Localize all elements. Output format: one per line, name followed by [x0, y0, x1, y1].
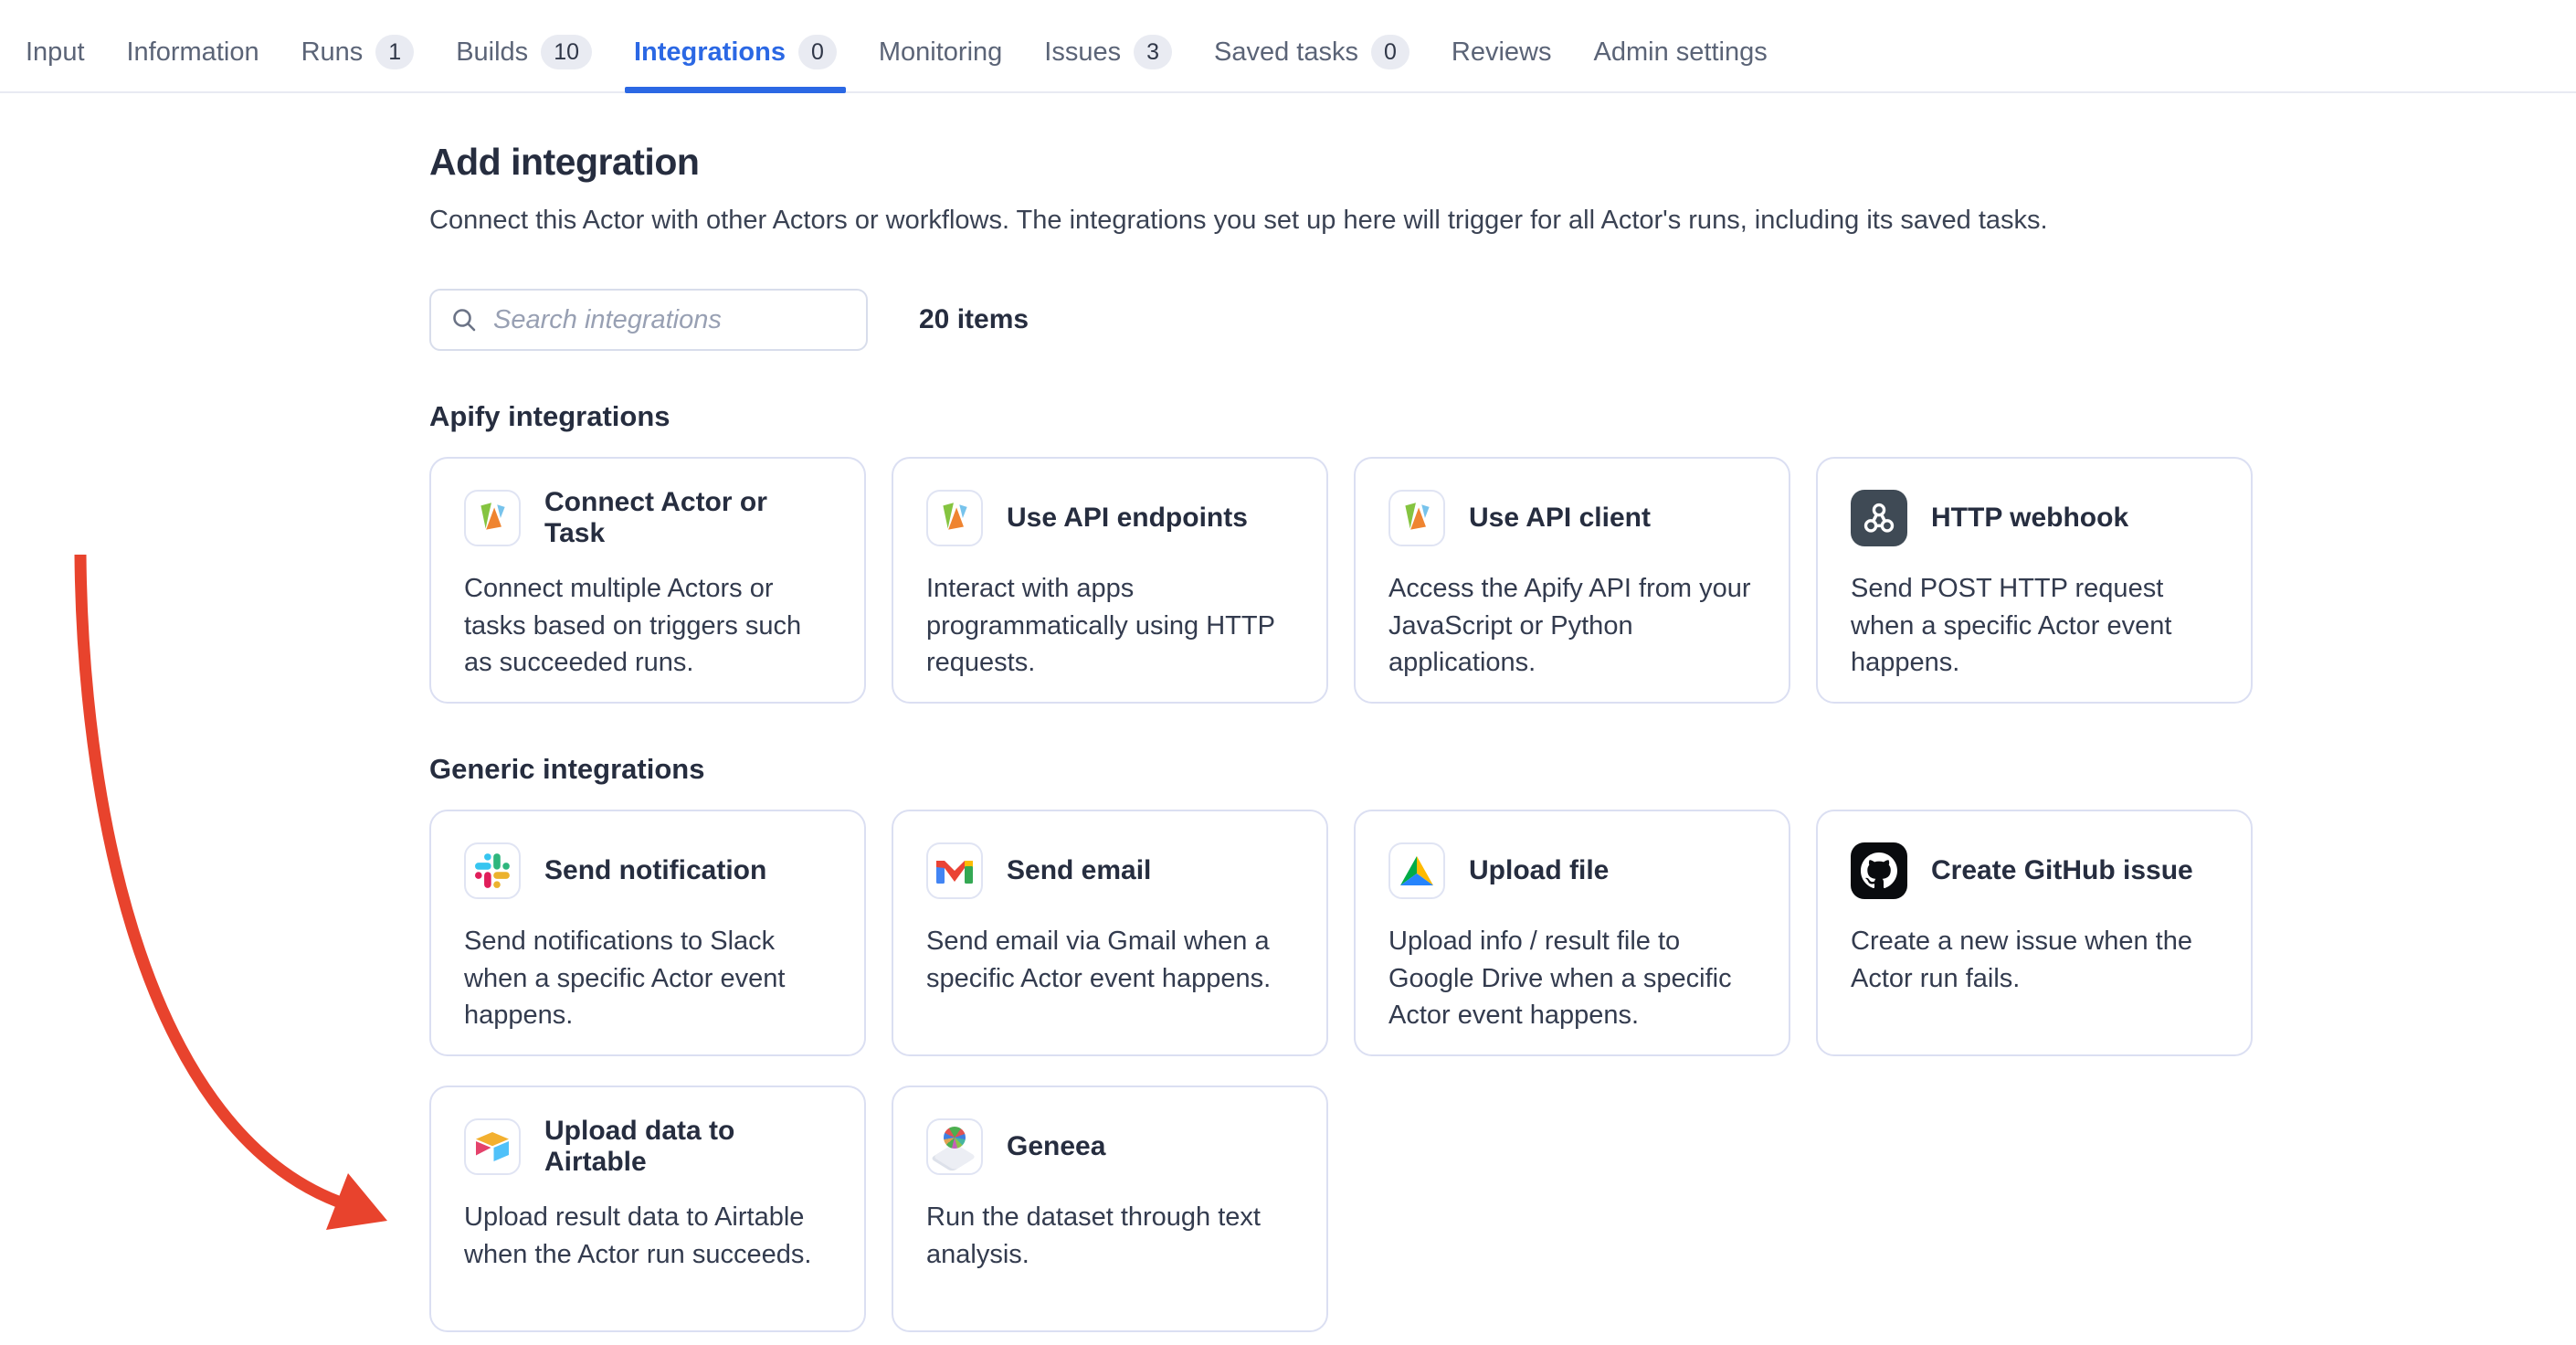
integration-card-title: Upload file: [1469, 855, 1609, 886]
tab-count-badge: 10: [541, 35, 592, 69]
tab-count-badge: 0: [1371, 35, 1409, 69]
tab-builds[interactable]: Builds 10: [456, 13, 592, 91]
tab-input[interactable]: Input: [26, 13, 85, 91]
tab-reviews[interactable]: Reviews: [1452, 13, 1552, 91]
tab-label: Input: [26, 37, 85, 68]
tab-count-badge: 0: [798, 35, 837, 69]
integration-card-description: Connect multiple Actors or tasks based o…: [464, 570, 831, 682]
actor-tab-bar: Input Information Runs 1 Builds 10 Integra…: [0, 0, 2576, 93]
tab-label: Information: [127, 37, 259, 68]
integration-card-description: Upload result data to Airtable when the …: [464, 1199, 831, 1273]
apify-integrations-grid: Connect Actor or Task Connect multiple A…: [429, 457, 2253, 704]
section-heading-generic: Generic integrations: [429, 753, 2253, 786]
github-icon: [1851, 842, 1907, 899]
tab-monitoring[interactable]: Monitoring: [879, 13, 1002, 91]
slack-icon: [464, 842, 521, 899]
integration-card-description: Run the dataset through text analysis.: [926, 1199, 1293, 1273]
integration-card-description: Send POST HTTP request when a specific A…: [1851, 570, 2218, 682]
generic-integrations-grid: Send notification Send notifications to …: [429, 810, 2253, 1332]
integration-card-description: Upload info / result file to Google Driv…: [1388, 923, 1756, 1034]
integration-card-title: Send email: [1007, 855, 1151, 886]
integration-card-description: Create a new issue when the Actor run fa…: [1851, 923, 2218, 997]
page-title: Add integration: [429, 141, 2253, 184]
tab-saved-tasks[interactable]: Saved tasks 0: [1214, 13, 1409, 91]
section-heading-apify: Apify integrations: [429, 400, 2253, 433]
integration-card-description: Send email via Gmail when a specific Act…: [926, 923, 1293, 997]
tab-count-badge: 1: [375, 35, 414, 69]
integration-card-title: Upload data to Airtable: [544, 1116, 831, 1178]
search-input[interactable]: [493, 305, 848, 335]
integration-card-send-email[interactable]: Send email Send email via Gmail when a s…: [892, 810, 1328, 1056]
tab-runs[interactable]: Runs 1: [301, 13, 415, 91]
airtable-icon: [464, 1118, 521, 1175]
integration-card-upload-data-to-airtable[interactable]: Upload data to Airtable Upload result da…: [429, 1086, 866, 1332]
search-row: 20 items: [429, 289, 2253, 351]
geneea-icon: [926, 1118, 983, 1175]
integration-card-description: Access the Apify API from your JavaScrip…: [1388, 570, 1756, 682]
google-drive-icon: [1388, 842, 1445, 899]
tab-label: Issues: [1044, 37, 1121, 68]
tab-information[interactable]: Information: [127, 13, 259, 91]
integration-card-description: Interact with apps programmatically usin…: [926, 570, 1293, 682]
integration-card-description: Send notifications to Slack when a speci…: [464, 923, 831, 1034]
tab-label: Monitoring: [879, 37, 1002, 68]
integration-card-title: Use API endpoints: [1007, 503, 1248, 534]
tab-admin-settings[interactable]: Admin settings: [1594, 13, 1768, 91]
integration-card-title: HTTP webhook: [1931, 503, 2128, 534]
tab-label: Reviews: [1452, 37, 1552, 68]
tab-label: Saved tasks: [1214, 37, 1358, 68]
integration-card-create-github-issue[interactable]: Create GitHub issue Create a new issue w…: [1816, 810, 2253, 1056]
tab-issues[interactable]: Issues 3: [1044, 13, 1172, 91]
integration-card-title: Geneea: [1007, 1131, 1105, 1162]
apify-logo-icon: [464, 490, 521, 546]
search-icon: [449, 305, 479, 334]
tab-label: Integrations: [634, 37, 786, 68]
webhook-icon: [1851, 490, 1907, 546]
integration-card-title: Use API client: [1469, 503, 1651, 534]
integration-card-title: Send notification: [544, 855, 766, 886]
integrations-panel: Add integration Connect this Actor with …: [429, 141, 2253, 1332]
page-description: Connect this Actor with other Actors or …: [429, 206, 2253, 236]
integration-card-use-api-endpoints[interactable]: Use API endpoints Interact with apps pro…: [892, 457, 1328, 704]
integration-card-send-notification[interactable]: Send notification Send notifications to …: [429, 810, 866, 1056]
integration-card-title: Connect Actor or Task: [544, 487, 831, 549]
integration-card-http-webhook[interactable]: HTTP webhook Send POST HTTP request when…: [1816, 457, 2253, 704]
search-integrations-box[interactable]: [429, 289, 868, 351]
items-count: 20 items: [919, 304, 1029, 335]
apify-logo-icon: [926, 490, 983, 546]
tab-integrations[interactable]: Integrations 0: [634, 13, 837, 91]
tab-count-badge: 3: [1134, 35, 1172, 69]
integration-card-title: Create GitHub issue: [1931, 855, 2193, 886]
integration-card-upload-file[interactable]: Upload file Upload info / result file to…: [1354, 810, 1790, 1056]
integration-card-connect-actor-or-task[interactable]: Connect Actor or Task Connect multiple A…: [429, 457, 866, 704]
tab-label: Builds: [456, 37, 528, 68]
tab-label: Runs: [301, 37, 364, 68]
integration-card-geneea[interactable]: Geneea Run the dataset through text anal…: [892, 1086, 1328, 1332]
apify-logo-icon: [1388, 490, 1445, 546]
gmail-icon: [926, 842, 983, 899]
tab-label: Admin settings: [1594, 37, 1768, 68]
integration-card-use-api-client[interactable]: Use API client Access the Apify API from…: [1354, 457, 1790, 704]
